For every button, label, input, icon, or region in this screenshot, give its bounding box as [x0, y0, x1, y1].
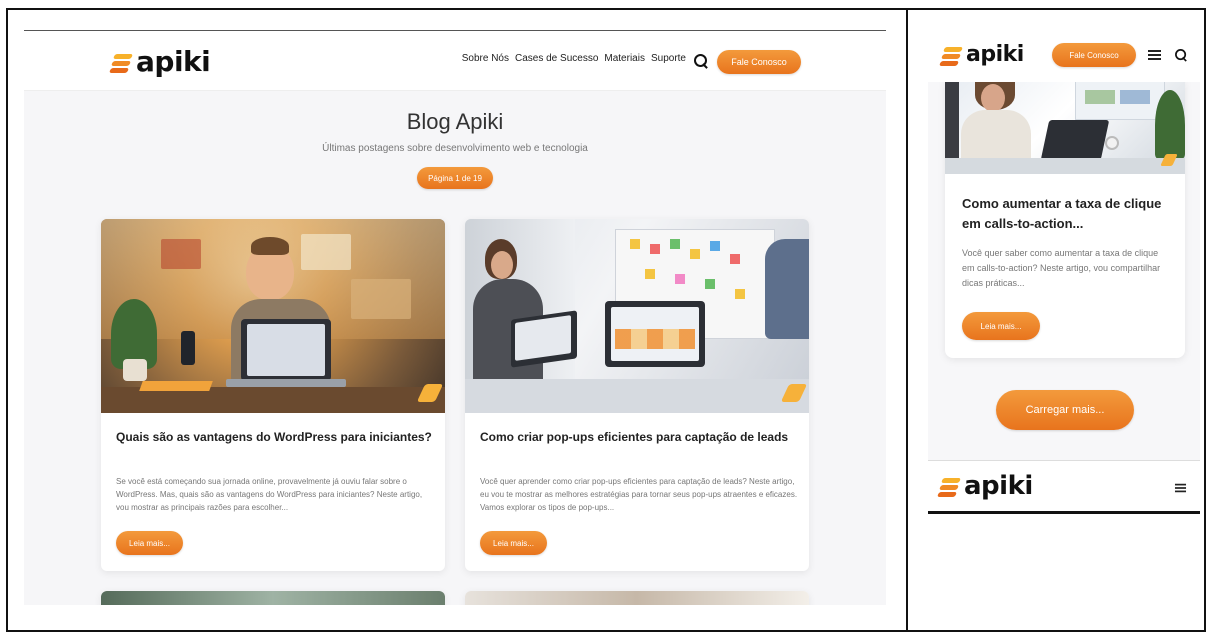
load-more-button[interactable]: Carregar mais...	[996, 390, 1134, 430]
post-title[interactable]: Como aumentar a taxa de clique em calls-…	[962, 194, 1172, 234]
read-more-button[interactable]: Leia mais...	[480, 531, 547, 555]
nav-item-sobre-nos[interactable]: Sobre Nós	[462, 53, 509, 64]
post-card[interactable]: Como criar pop-ups eficientes para capta…	[465, 219, 809, 571]
apiki-logo-icon	[938, 44, 964, 66]
desktop-view: apiki Sobre Nós Cases de Sucesso Materia…	[24, 30, 886, 605]
panel-divider	[906, 8, 908, 632]
mobile-footer: apiki	[928, 460, 1200, 514]
post-excerpt: Se você está começando sua jornada onlin…	[116, 477, 423, 512]
nav-item-cases[interactable]: Cases de Sucesso	[515, 53, 598, 64]
post-card-partial[interactable]	[101, 591, 445, 605]
post-card[interactable]: Como aumentar a taxa de clique em calls-…	[945, 80, 1185, 358]
fale-conosco-button[interactable]: Fale Conosco	[1052, 43, 1136, 67]
post-image	[945, 80, 1185, 174]
post-image	[465, 591, 809, 605]
desktop-nav: Sobre Nós Cases de Sucesso Materiais Sup…	[462, 53, 686, 64]
post-excerpt: Você quer saber como aumentar a taxa de …	[962, 248, 1161, 288]
search-icon[interactable]	[694, 54, 708, 68]
fale-conosco-button[interactable]: Fale Conosco	[717, 50, 801, 74]
logo-text: apiki	[136, 45, 211, 78]
menu-icon[interactable]	[1148, 50, 1161, 60]
post-image	[101, 219, 445, 413]
post-image	[465, 219, 809, 413]
nav-item-materiais[interactable]: Materiais	[604, 53, 645, 64]
logo-text: apiki	[966, 42, 1024, 67]
footer-logo[interactable]: apiki	[936, 471, 1033, 501]
post-title[interactable]: Quais são as vantagens do WordPress para…	[116, 429, 434, 446]
nav-item-suporte[interactable]: Suporte	[651, 53, 686, 64]
mobile-header: apiki Fale Conosco	[928, 30, 1200, 82]
desktop-header: apiki Sobre Nós Cases de Sucesso Materia…	[24, 31, 886, 91]
post-card[interactable]: Quais são as vantagens do WordPress para…	[101, 219, 445, 571]
post-image	[101, 591, 445, 605]
apiki-logo-icon	[936, 475, 962, 497]
menu-icon[interactable]	[1174, 483, 1187, 493]
search-icon[interactable]	[1175, 49, 1187, 61]
logo-text: apiki	[964, 471, 1033, 501]
page-title: Blog Apiki	[406, 109, 504, 134]
page-subtitle: Últimas postagens sobre desenvolvimento …	[322, 143, 588, 154]
pagination-badge: Página 1 de 19	[417, 167, 493, 189]
read-more-button[interactable]: Leia mais...	[962, 312, 1040, 340]
read-more-button[interactable]: Leia mais...	[116, 531, 183, 555]
post-card-partial[interactable]	[465, 591, 809, 605]
mobile-logo[interactable]: apiki	[938, 42, 1024, 67]
post-excerpt: Você quer aprender como criar pop-ups ef…	[480, 477, 798, 512]
mobile-view: Como aumentar a taxa de clique em calls-…	[928, 30, 1200, 514]
apiki-logo-icon	[108, 51, 134, 73]
desktop-logo[interactable]: apiki	[108, 45, 211, 78]
post-title[interactable]: Como criar pop-ups eficientes para capta…	[480, 429, 798, 446]
